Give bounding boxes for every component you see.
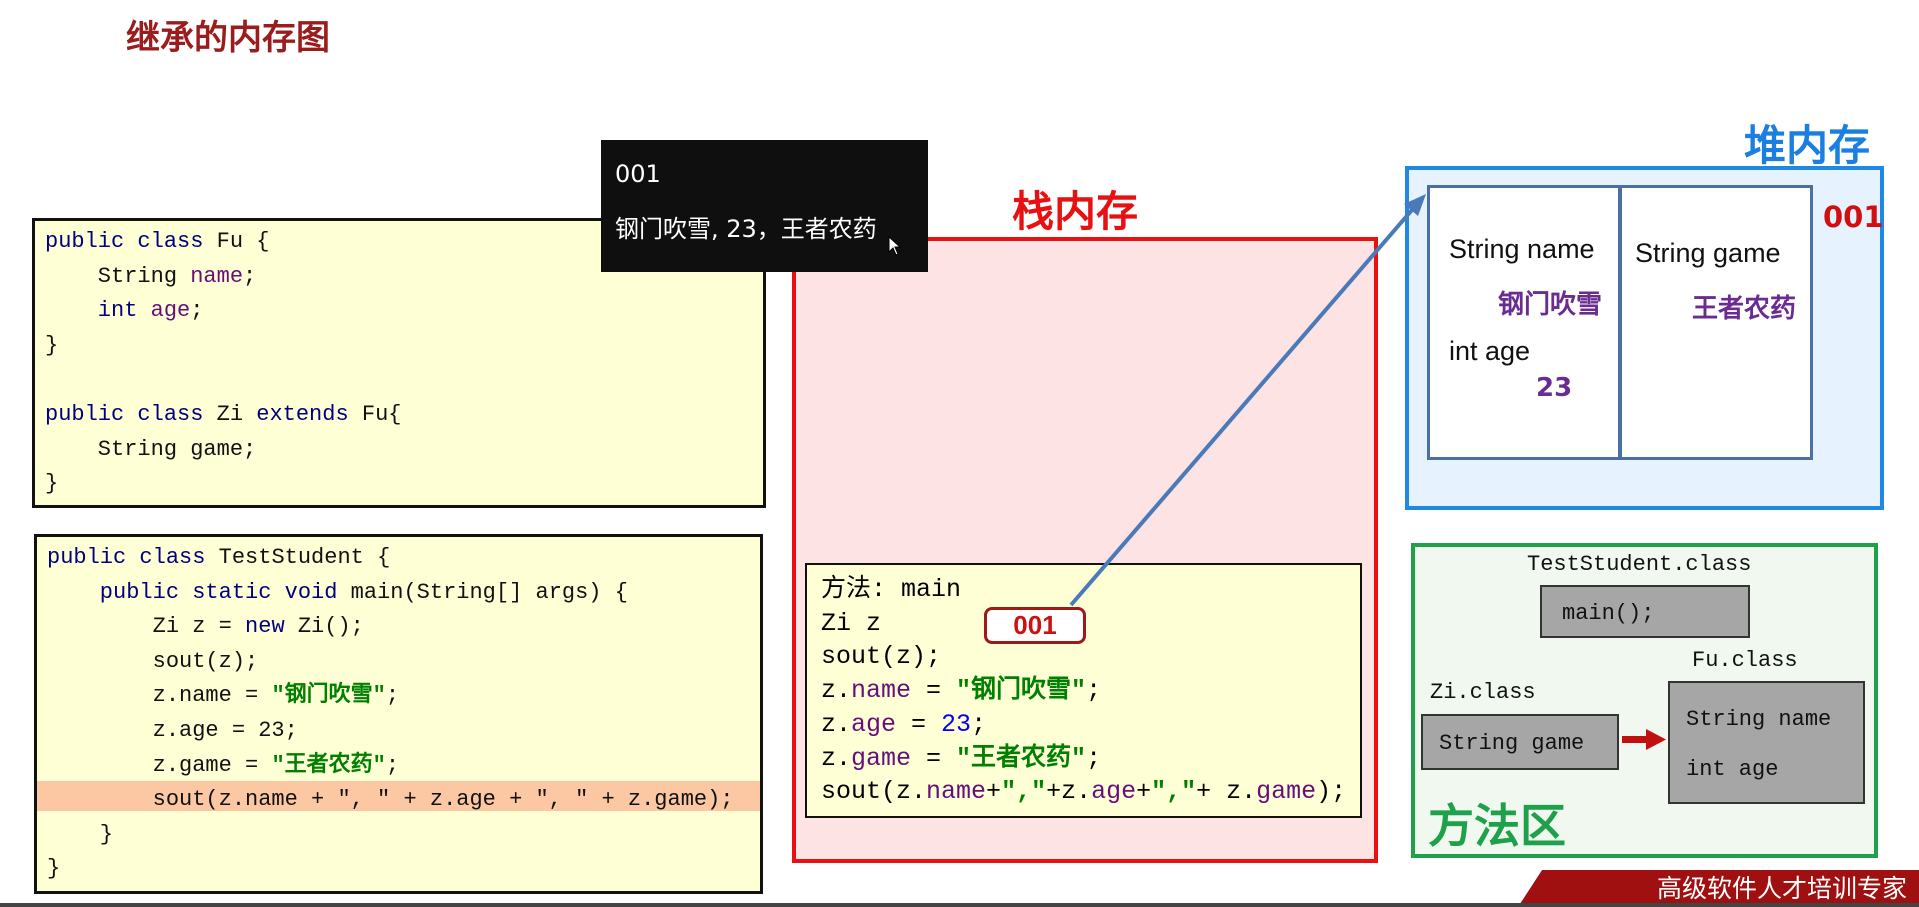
tooltip-line-2: 钢门吹雪, 23，王者农药 [615,215,877,243]
reference-arrow-icon [1069,194,1426,607]
mouse-cursor-icon [888,236,902,256]
output-tooltip: 001 钢门吹雪, 23，王者农药 [601,140,928,272]
tooltip-line-1: 001 [615,160,661,188]
